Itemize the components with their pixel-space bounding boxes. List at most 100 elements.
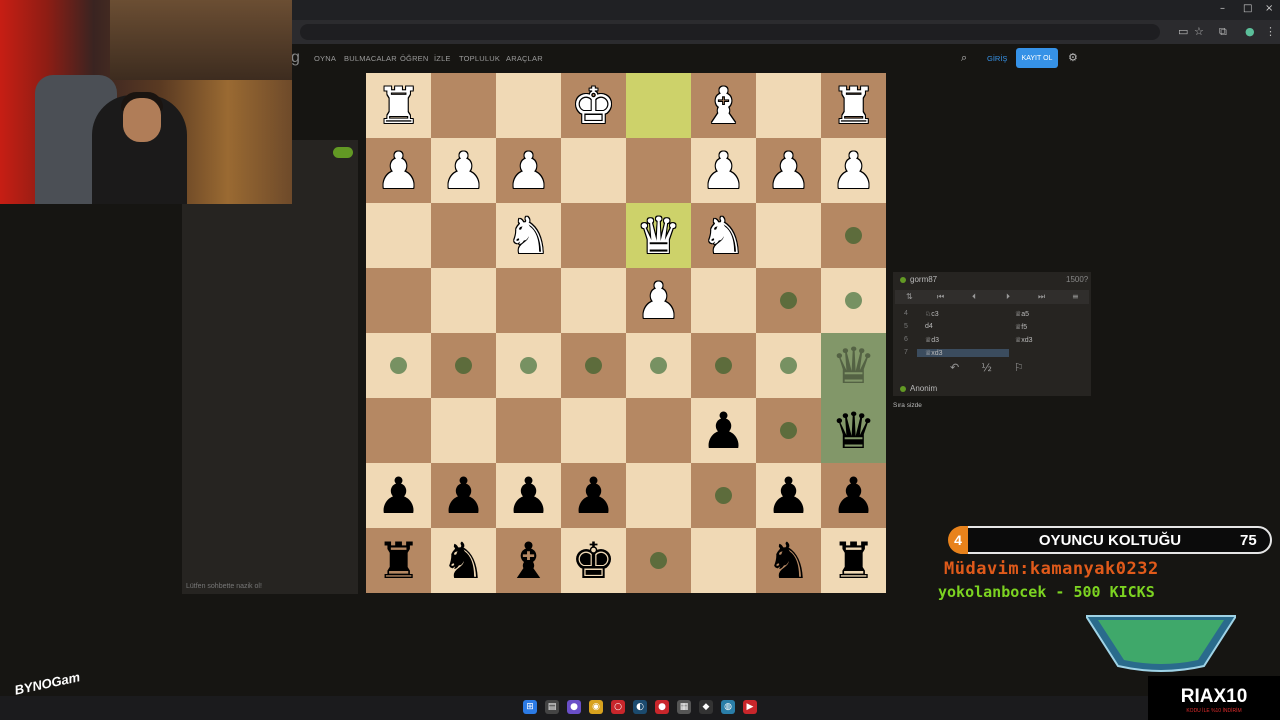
move-hint-dot[interactable] [845,227,862,244]
white-king-piece[interactable]: ♚ [571,81,616,131]
white-queen-piece[interactable]: ♛ [636,211,681,261]
square-r7c7[interactable]: ♜ [821,528,886,593]
address-bar[interactable] [300,24,1160,40]
square-r0c1[interactable] [431,73,496,138]
black-bishop-piece[interactable]: ♝ [506,536,551,586]
black-king-piece[interactable]: ♚ [571,536,616,586]
nav-watch[interactable]: İZLE [434,54,451,63]
square-r5c3[interactable] [561,398,626,463]
square-r4c3[interactable] [561,333,626,398]
white-pawn-piece[interactable]: ♟ [506,146,551,196]
square-r6c1[interactable]: ♟ [431,463,496,528]
nav-community[interactable]: TOPLULUK [459,54,500,63]
move-hint-dot[interactable] [780,422,797,439]
nav-puzzles[interactable]: BULMACALAR [344,54,397,63]
square-r5c4[interactable] [626,398,691,463]
move-hint-dot[interactable] [650,552,667,569]
square-r3c2[interactable] [496,268,561,333]
search-icon[interactable]: ⌕ [961,51,967,65]
square-r2c7[interactable] [821,203,886,268]
square-r1c1[interactable]: ♟ [431,138,496,203]
square-r2c4[interactable]: ♛ [626,203,691,268]
dragged-black-queen-piece[interactable]: ♛ [821,398,886,463]
site-logo[interactable]: g [291,49,300,67]
move-hint-dot[interactable] [715,487,732,504]
menu-icon[interactable]: ⋮ [1265,25,1276,38]
black-rook-piece[interactable]: ♜ [376,536,421,586]
signup-button[interactable]: KAYIT OL [1016,48,1058,68]
white-move[interactable]: ♕xd3 [917,348,1009,357]
square-r3c0[interactable] [366,268,431,333]
white-move[interactable]: d4 [917,323,1009,330]
files-icon[interactable]: ▤ [545,700,559,714]
square-r4c4[interactable] [626,333,691,398]
square-r0c0[interactable]: ♜ [366,73,431,138]
square-r1c0[interactable]: ♟ [366,138,431,203]
black-pawn-piece[interactable]: ♟ [831,471,876,521]
white-pawn-piece[interactable]: ♟ [701,146,746,196]
white-pawn-piece[interactable]: ♟ [376,146,421,196]
square-r7c5[interactable] [691,528,756,593]
offer-draw-button[interactable]: ½ [981,361,992,374]
white-pawn-piece[interactable]: ♟ [441,146,486,196]
move-hint-dot[interactable] [780,357,797,374]
square-r7c4[interactable] [626,528,691,593]
square-r2c0[interactable] [366,203,431,268]
hamburger-menu-icon[interactable]: ≡ [1072,292,1079,301]
white-pawn-piece[interactable]: ♟ [636,276,681,326]
chat-toggle[interactable] [333,147,353,158]
opera-icon[interactable]: ○ [611,700,625,714]
video-app-icon[interactable]: ▶ [743,700,757,714]
square-r7c3[interactable]: ♚ [561,528,626,593]
chat-input[interactable]: Lütfen sohbette nazik ol! [186,583,262,590]
square-r7c1[interactable]: ♞ [431,528,496,593]
chess-board[interactable]: ♜ ♚ ♝ ♜ ♟ ♟ ♟ ♟ ♟ ♟ ♞ ♛ ♞ ♟ ♛ ♟ ♛ ♟ ♟ ♟ ♟ ♟ ♟ ♜ ♞ ♝ ♚ ♞ ♜ [366,73,886,593]
move-hint-dot[interactable] [585,357,602,374]
nav-play[interactable]: OYNA [314,54,336,63]
square-r0c4[interactable] [626,73,691,138]
white-knight-piece[interactable]: ♞ [701,211,746,261]
gear-icon[interactable]: ⚙ [1068,51,1078,64]
white-bishop-piece[interactable]: ♝ [701,81,746,131]
maximize-icon[interactable]: □ [1243,3,1252,14]
epic-icon[interactable]: ◆ [699,700,713,714]
square-r7c2[interactable]: ♝ [496,528,561,593]
close-icon[interactable]: × [1265,3,1273,14]
prev-move-icon[interactable]: ⏴ [972,292,976,302]
move-hint-dot[interactable] [780,292,797,309]
black-pawn-piece[interactable]: ♟ [766,471,811,521]
move-hint-dot[interactable] [455,357,472,374]
square-r5c5[interactable]: ♟ [691,398,756,463]
profile-icon[interactable]: ● [1245,25,1255,38]
square-r3c4[interactable]: ♟ [626,268,691,333]
square-r0c3[interactable]: ♚ [561,73,626,138]
square-r1c7[interactable]: ♟ [821,138,886,203]
black-move[interactable]: ♕xd3 [1009,336,1085,344]
square-r5c1[interactable] [431,398,496,463]
square-r4c7[interactable]: ♛ [821,333,886,398]
square-r7c6[interactable]: ♞ [756,528,821,593]
black-pawn-piece[interactable]: ♟ [441,471,486,521]
square-r1c4[interactable] [626,138,691,203]
nav-learn[interactable]: ÖĞREN [400,54,429,63]
discord-icon[interactable]: ● [567,700,581,714]
square-r5c7[interactable]: ♛ [821,398,886,463]
takeback-icon[interactable]: ↶ [950,361,959,374]
square-r1c6[interactable]: ♟ [756,138,821,203]
square-r6c7[interactable]: ♟ [821,463,886,528]
square-r4c0[interactable] [366,333,431,398]
black-knight-piece[interactable]: ♞ [441,536,486,586]
move-hint-dot[interactable] [845,292,862,309]
next-move-icon[interactable]: ⏵ [1006,292,1010,302]
square-r7c0[interactable]: ♜ [366,528,431,593]
square-r2c6[interactable] [756,203,821,268]
calculator-icon[interactable]: ▦ [677,700,691,714]
nav-tools[interactable]: ARAÇLAR [506,54,543,63]
chrome-icon[interactable]: ◉ [589,700,603,714]
square-r2c5[interactable]: ♞ [691,203,756,268]
white-rook-piece[interactable]: ♜ [376,81,421,131]
black-pawn-piece[interactable]: ♟ [376,471,421,521]
last-move-icon[interactable]: ⏭ [1038,292,1045,302]
square-r6c4[interactable] [626,463,691,528]
opponent-name[interactable]: gorm87 [910,275,937,284]
